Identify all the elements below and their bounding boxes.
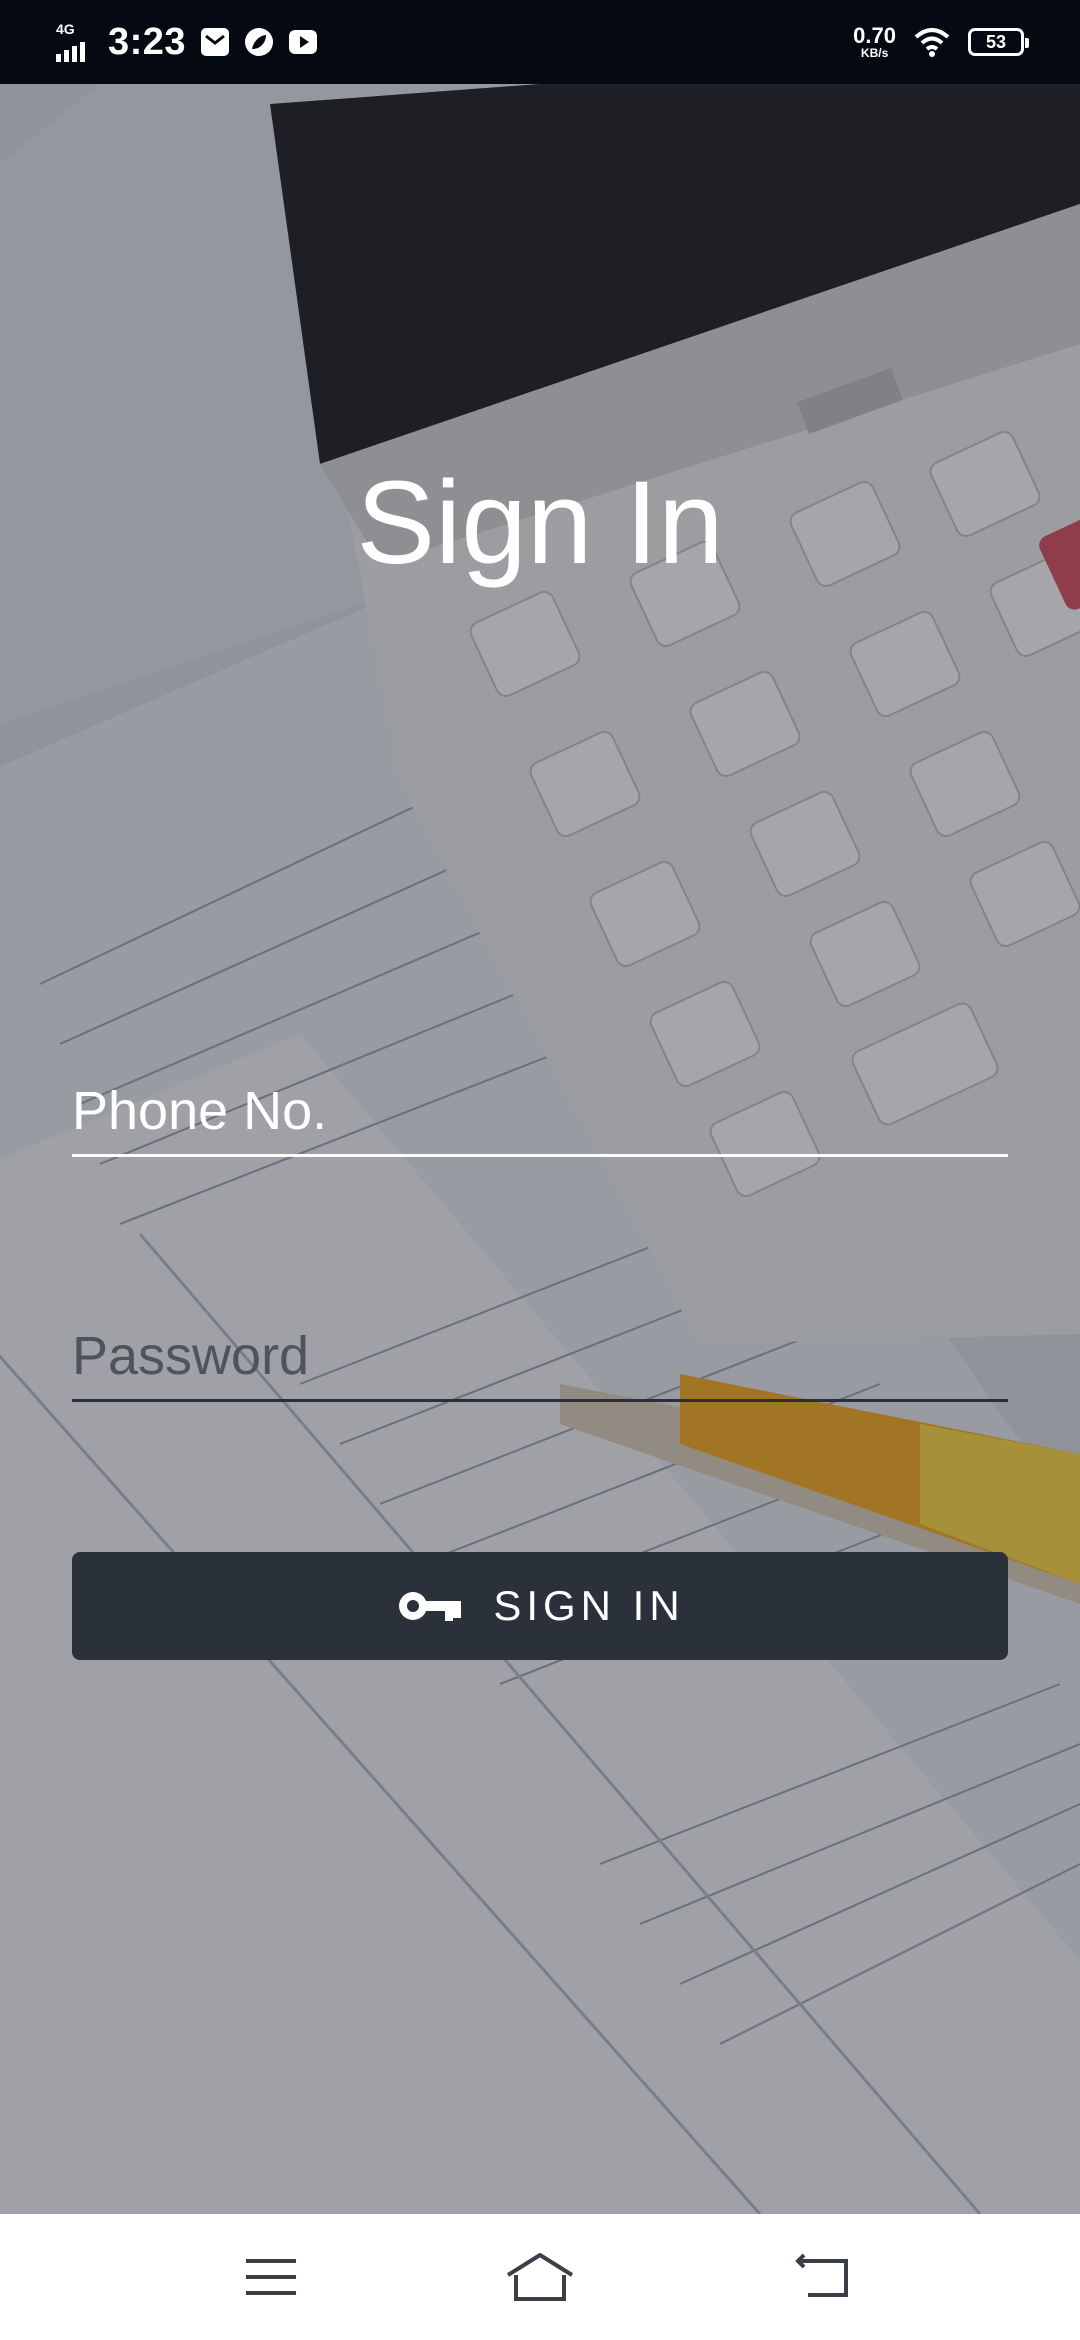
back-button[interactable] [784,2242,864,2312]
password-field[interactable] [72,1325,1008,1402]
speed-value: 0.70 [853,23,896,48]
menu-icon [246,2259,296,2295]
sign-in-screen: 4G 3:23 0.70 KB/s 53 Sign In Phone No. S… [0,0,1080,2340]
key-icon [399,1592,462,1621]
status-bar: 4G 3:23 0.70 KB/s 53 [0,0,1080,84]
cellular-signal-icon: 4G [56,22,94,62]
password-input[interactable] [72,1325,1008,1402]
leaf-app-icon [245,28,274,56]
clock: 3:23 [108,20,187,63]
youtube-icon [289,30,318,54]
sign-in-button-label: SIGN IN [493,1582,685,1629]
menu-button[interactable] [231,2242,311,2312]
phone-field[interactable] [72,1080,1008,1157]
network-type: 4G [56,21,75,37]
battery-level: 53 [985,31,1007,52]
sign-in-button[interactable]: SIGN IN [72,1552,1008,1660]
phone-input[interactable] [72,1080,1008,1157]
network-speed: 0.70 KB/s [853,23,896,60]
home-button[interactable] [500,2242,580,2312]
home-icon [506,2253,574,2301]
mail-icon [201,28,230,56]
battery-icon: 53 [968,28,1029,56]
back-icon [795,2253,848,2297]
wifi-icon [914,28,950,57]
navigation-bar [0,2214,1080,2340]
speed-unit: KB/s [860,46,889,60]
page-title: Sign In [356,457,724,589]
